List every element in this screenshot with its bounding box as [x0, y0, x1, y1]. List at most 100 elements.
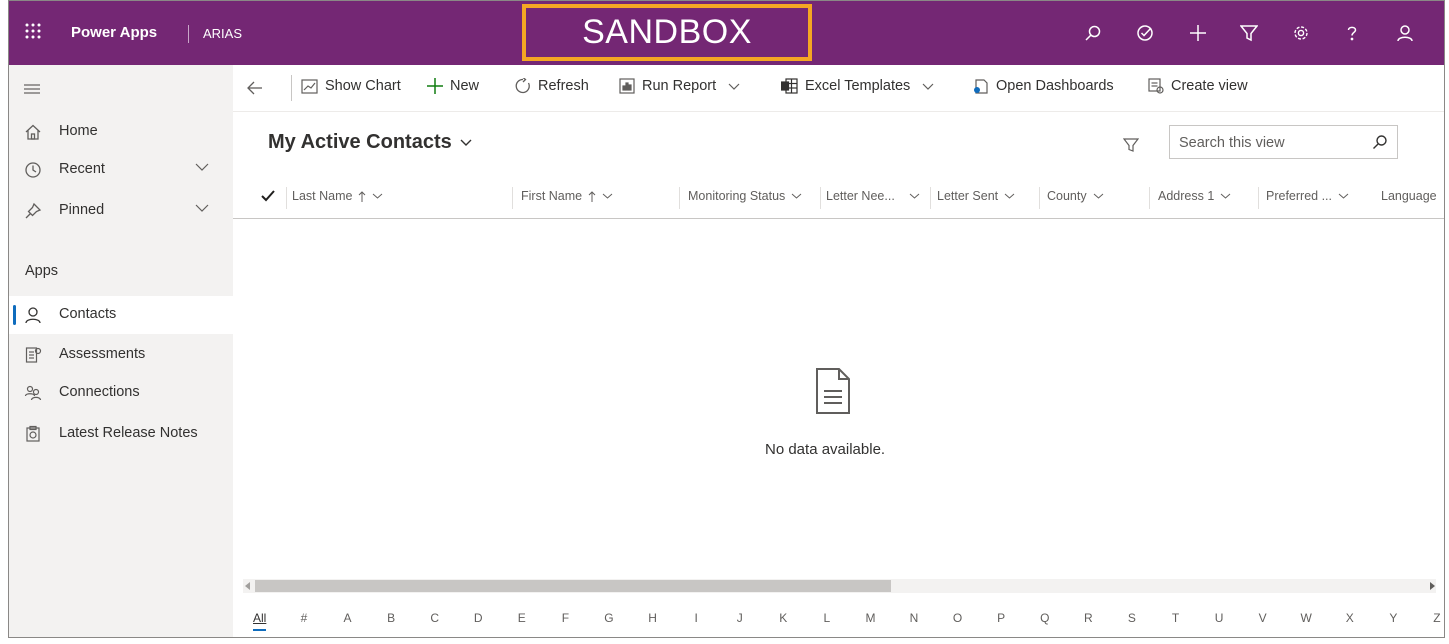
alphabet-filter-item[interactable]: Z [1431, 611, 1443, 631]
alphabet-filter-item[interactable]: K [777, 611, 789, 631]
alphabet-filter-item[interactable]: J [734, 611, 746, 631]
open-dashboards-button[interactable]: Open Dashboards [973, 78, 1114, 94]
chevron-down-icon[interactable] [1093, 193, 1104, 199]
sidebar-item-release-notes[interactable]: Latest Release Notes [9, 415, 233, 453]
chevron-down-icon[interactable] [195, 204, 209, 212]
alphabet-filter-item[interactable]: U [1213, 611, 1225, 631]
alphabet-filter-item[interactable]: B [385, 611, 397, 631]
alphabet-filter-item[interactable]: P [995, 611, 1007, 631]
sidebar-item-label: Latest Release Notes [59, 425, 198, 441]
notes-icon [24, 425, 42, 443]
alphabet-filter-item[interactable]: H [647, 611, 659, 631]
create-view-button[interactable]: Create view [1148, 78, 1248, 94]
refresh-icon [515, 78, 531, 94]
column-header-monitoring-status[interactable]: Monitoring Status [688, 189, 802, 203]
view-selector[interactable]: My Active Contacts [268, 131, 472, 154]
alphabet-filter-item[interactable]: Y [1387, 611, 1399, 631]
chevron-down-icon[interactable] [1338, 193, 1349, 199]
column-header-letter-needed[interactable]: Letter Nee... [826, 189, 920, 203]
alphabet-filter-item[interactable]: I [690, 611, 702, 631]
refresh-button[interactable]: Refresh [515, 78, 589, 94]
document-icon [815, 367, 851, 415]
alphabet-filter-item[interactable]: V [1257, 611, 1269, 631]
help-icon[interactable] [1340, 21, 1364, 45]
alphabet-filter-item[interactable]: L [821, 611, 833, 631]
chevron-down-icon[interactable] [1220, 193, 1231, 199]
add-icon[interactable] [1186, 21, 1210, 45]
sidebar-item-contacts[interactable]: Contacts [9, 296, 233, 334]
column-header-language[interactable]: Language [1381, 189, 1437, 203]
alphabet-filter-item[interactable]: A [342, 611, 354, 631]
alphabet-filter-item[interactable]: O [952, 611, 964, 631]
alphabet-filter-item[interactable]: T [1169, 611, 1181, 631]
hamburger-icon[interactable] [24, 83, 40, 95]
run-report-button[interactable]: Run Report [619, 78, 740, 94]
column-header-letter-sent[interactable]: Letter Sent [937, 189, 1015, 203]
alphabet-filter-item[interactable]: W [1300, 611, 1312, 631]
column-header-last-name[interactable]: Last Name [292, 189, 383, 203]
create-view-label: Create view [1171, 78, 1248, 94]
horizontal-scrollbar[interactable] [243, 579, 1436, 593]
chevron-down-icon[interactable] [602, 193, 613, 199]
sidebar-item-label: Contacts [59, 306, 117, 322]
column-label: County [1047, 189, 1087, 203]
command-bar: Show Chart New Refresh Run Report Excel … [233, 65, 1444, 112]
chevron-down-icon[interactable] [195, 163, 209, 171]
sidebar-item-assessments[interactable]: Assessments [9, 336, 233, 374]
alphabet-filter-item[interactable]: M [864, 611, 876, 631]
column-label: Language [1381, 189, 1437, 203]
search-icon[interactable] [1372, 134, 1388, 150]
refresh-label: Refresh [538, 78, 589, 94]
alphabet-filter-item[interactable]: F [559, 611, 571, 631]
column-header-address-1[interactable]: Address 1 [1158, 189, 1231, 203]
chevron-down-icon[interactable] [1004, 193, 1015, 199]
column-header-county[interactable]: County [1047, 189, 1104, 203]
environment-name[interactable]: ARIAS [203, 26, 242, 41]
alphabet-filter-item[interactable]: D [472, 611, 484, 631]
alphabet-filter-item[interactable]: All [253, 611, 267, 631]
sidebar-item-connections[interactable]: Connections [9, 374, 233, 412]
column-header-first-name[interactable]: First Name [521, 189, 613, 203]
search-box [1169, 125, 1398, 160]
chevron-down-icon[interactable] [372, 193, 383, 199]
show-chart-button[interactable]: Show Chart [301, 78, 401, 94]
sandbox-banner: SANDBOX [522, 4, 812, 61]
chevron-down-icon[interactable] [728, 83, 740, 90]
new-label: New [450, 78, 480, 94]
alphabet-filter-item[interactable]: Q [1039, 611, 1051, 631]
sidebar-item-pinned[interactable]: Pinned [9, 192, 233, 230]
back-arrow-icon[interactable] [247, 81, 263, 95]
search-icon[interactable] [1081, 21, 1105, 45]
chevron-down-icon[interactable] [791, 193, 802, 199]
column-divider [930, 187, 931, 209]
scroll-left-icon[interactable] [245, 582, 251, 590]
sidebar-item-home[interactable]: Home [9, 113, 233, 151]
excel-templates-button[interactable]: Excel Templates [781, 78, 934, 94]
alphabet-filter-item[interactable]: S [1126, 611, 1138, 631]
alphabet-filter-item[interactable]: X [1344, 611, 1356, 631]
new-button[interactable]: New [427, 78, 479, 94]
alphabet-filter-item[interactable]: G [603, 611, 615, 631]
alphabet-filter-item[interactable]: N [908, 611, 920, 631]
search-input[interactable] [1170, 126, 1371, 160]
chevron-down-icon[interactable] [909, 193, 920, 199]
alphabet-filter-item[interactable]: R [1082, 611, 1094, 631]
settings-icon[interactable] [1289, 21, 1313, 45]
scrollbar-thumb[interactable] [255, 580, 891, 592]
user-icon[interactable] [1393, 21, 1417, 45]
app-launcher-icon[interactable] [25, 23, 41, 39]
view-title: My Active Contacts [268, 131, 452, 153]
scroll-right-icon[interactable] [1430, 582, 1436, 590]
alphabet-filter-item[interactable]: # [298, 611, 310, 631]
chevron-down-icon[interactable] [922, 83, 934, 90]
sidebar-item-recent[interactable]: Recent [9, 151, 233, 189]
alphabet-filter-item[interactable]: C [429, 611, 441, 631]
app-name[interactable]: Power Apps [71, 24, 157, 41]
alphabet-filter-item[interactable]: E [516, 611, 528, 631]
filter-icon[interactable] [1237, 21, 1261, 45]
column-divider [1258, 187, 1259, 209]
select-all-checkmark-icon[interactable] [261, 190, 275, 202]
task-icon[interactable] [1133, 21, 1157, 45]
filter-icon[interactable] [1123, 137, 1139, 153]
column-header-preferred[interactable]: Preferred ... [1266, 189, 1349, 203]
